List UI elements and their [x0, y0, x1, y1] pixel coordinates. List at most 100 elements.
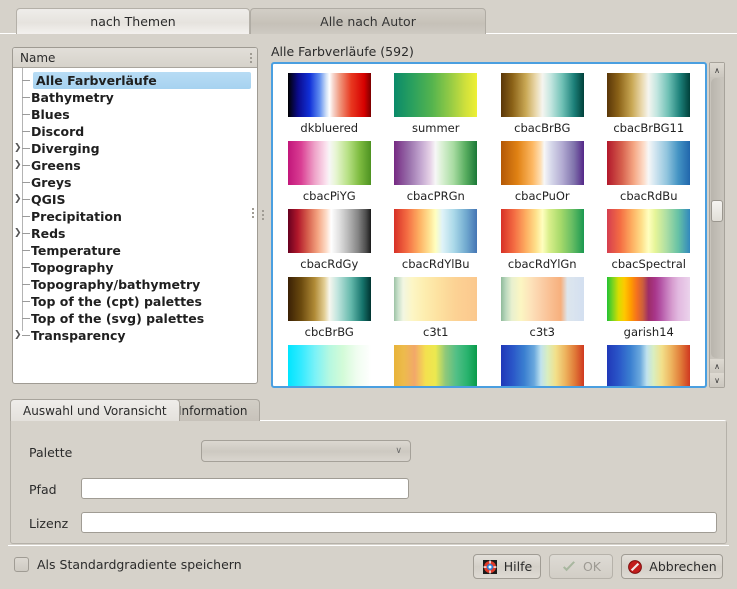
gradient-label: cbacRdBu [620, 189, 678, 203]
gradient-swatch[interactable] [500, 141, 584, 185]
expander-arrow-icon[interactable]: ❯ [14, 195, 22, 204]
tree-item-label: Reds [31, 226, 66, 241]
gallery-scrollbar[interactable]: ∧ ∧ ∨ [709, 62, 725, 388]
scrollbar-thumb[interactable] [711, 200, 723, 222]
gradient-item[interactable] [596, 340, 703, 386]
gradient-item[interactable]: cbcBrBG [276, 272, 383, 340]
gradient-label: cbacRdYlGn [507, 257, 577, 271]
gradient-swatch[interactable] [394, 141, 478, 185]
license-input[interactable] [81, 512, 717, 533]
tree-item-greys[interactable]: Greys [13, 174, 257, 191]
tree-item-greens[interactable]: ❯ Greens [13, 157, 257, 174]
expander-arrow-icon[interactable]: ❯ [14, 161, 22, 170]
ok-button-label: OK [582, 559, 602, 574]
gradient-label: cbacRdGy [300, 257, 359, 271]
gradient-swatch[interactable] [607, 141, 691, 185]
tree-item-label: Greens [31, 158, 81, 173]
gradient-label: cbcBrBG [304, 325, 354, 339]
tree-item-label: Topography [31, 260, 114, 275]
gradient-item[interactable]: cbacRdYlBu [383, 204, 490, 272]
gradient-swatch[interactable] [500, 209, 584, 253]
gradient-swatch[interactable] [500, 345, 584, 386]
gradient-item[interactable]: cbacRdYlGn [489, 204, 596, 272]
tab-auswahl-und-voransicht[interactable]: Auswahl und Voransicht [10, 399, 180, 421]
gradient-swatch[interactable] [394, 277, 478, 321]
tree-item-diverging[interactable]: ❯ Diverging [13, 140, 257, 157]
expander-arrow-icon[interactable]: ❯ [14, 229, 22, 238]
tree-item-temperature[interactable]: Temperature [13, 242, 257, 259]
gradient-item[interactable]: cbacPiYG [276, 136, 383, 204]
gradient-item[interactable]: cbacBrBG [489, 68, 596, 136]
expander-arrow-icon[interactable]: ❯ [14, 144, 22, 153]
gradient-item[interactable] [276, 340, 383, 386]
gradient-item[interactable]: summer [383, 68, 490, 136]
gradient-swatch[interactable] [287, 277, 371, 321]
tree-item-topography[interactable]: Topography [13, 259, 257, 276]
tab-alle-nach-autor[interactable]: Alle nach Autor [250, 8, 486, 34]
gradient-swatch[interactable] [287, 345, 371, 386]
default-gradient-checkbox[interactable] [14, 557, 29, 572]
path-input[interactable] [81, 478, 409, 499]
gradient-item[interactable] [383, 340, 490, 386]
column-resize-grip-icon[interactable] [250, 53, 252, 63]
gradient-item[interactable]: cbacPRGn [383, 136, 490, 204]
gradient-swatch[interactable] [607, 345, 691, 386]
tree-branch-line [22, 97, 30, 98]
tree-branch-line [22, 250, 30, 251]
tree-item-reds[interactable]: ❯ Reds [13, 225, 257, 242]
gradient-swatch[interactable] [287, 73, 371, 117]
gradient-swatch[interactable] [287, 141, 371, 185]
gradient-swatch[interactable] [394, 73, 478, 117]
gradient-swatch[interactable] [607, 209, 691, 253]
tree-item-precipitation[interactable]: Precipitation [13, 208, 257, 225]
gradient-item[interactable]: cbacRdBu [596, 136, 703, 204]
tree-header-name[interactable]: Name [13, 48, 257, 68]
scroll-up-button-secondary[interactable]: ∧ [710, 359, 724, 373]
main-content: Name Alle Farbverläufe Bathymetry Blues Dis… [0, 34, 737, 396]
expander-arrow-icon[interactable]: ❯ [14, 331, 22, 340]
gradient-swatch[interactable] [607, 277, 691, 321]
palette-combobox[interactable]: ∨ [201, 440, 411, 462]
gradient-swatch[interactable] [500, 73, 584, 117]
help-button[interactable]: Hilfe [473, 554, 541, 579]
tree-item-blues[interactable]: Blues [13, 106, 257, 123]
gradient-swatch[interactable] [394, 345, 478, 386]
default-gradient-checkbox-row[interactable]: Als Standardgradiente speichern [14, 557, 242, 572]
tree-branch-line [22, 131, 30, 132]
tree-item-topography-bathymetry[interactable]: Topography/bathymetry [13, 276, 257, 293]
gradient-item[interactable]: c3t1 [383, 272, 490, 340]
tree-item-top-of-the-cpt-palettes[interactable]: Top of the (cpt) palettes [13, 293, 257, 310]
gradient-label: cbacPRGn [406, 189, 465, 203]
gradient-item[interactable] [489, 340, 596, 386]
gradient-label: cbacRdYlBu [401, 257, 470, 271]
ok-button[interactable]: OK [549, 554, 613, 579]
gradient-gallery[interactable]: dkbluered summer cbacBrBG cbacBrBG11 cbacPiY… [271, 62, 707, 388]
gradient-item[interactable]: c3t3 [489, 272, 596, 340]
tree-item-bathymetry[interactable]: Bathymetry [13, 89, 257, 106]
tree-item-label: Top of the (cpt) palettes [31, 294, 202, 309]
tree-branch-line [22, 80, 30, 81]
gradient-item[interactable]: cbacSpectral [596, 204, 703, 272]
tree-item-alle-farbverl-ufe[interactable]: Alle Farbverläufe [22, 72, 251, 89]
tab-nach-themen[interactable]: nach Themen [16, 8, 250, 34]
gradient-swatch[interactable] [607, 73, 691, 117]
gradient-item[interactable]: dkbluered [276, 68, 383, 136]
dialog-footer: Als Standardgradiente speichern Hilfe OK [0, 548, 737, 589]
scroll-down-button[interactable]: ∨ [710, 373, 724, 387]
gradient-swatch[interactable] [394, 209, 478, 253]
cancel-button[interactable]: Abbrechen [621, 554, 723, 579]
tree-branch-line [22, 182, 30, 183]
category-tree[interactable]: Name Alle Farbverläufe Bathymetry Blues Dis… [12, 47, 258, 384]
scroll-up-button[interactable]: ∧ [710, 63, 724, 77]
panel-splitter[interactable] [259, 47, 267, 384]
tree-item-discord[interactable]: Discord [13, 123, 257, 140]
tree-item-transparency[interactable]: ❯ Transparency [13, 327, 257, 344]
gradient-swatch[interactable] [287, 209, 371, 253]
gradient-item[interactable]: cbacBrBG11 [596, 68, 703, 136]
tree-item-qgis[interactable]: ❯ QGIS [13, 191, 257, 208]
gradient-item[interactable]: cbacRdGy [276, 204, 383, 272]
gradient-swatch[interactable] [500, 277, 584, 321]
gradient-item[interactable]: cbacPuOr [489, 136, 596, 204]
gradient-item[interactable]: garish14 [596, 272, 703, 340]
tree-item-top-of-the-svg-palettes[interactable]: Top of the (svg) palettes [13, 310, 257, 327]
